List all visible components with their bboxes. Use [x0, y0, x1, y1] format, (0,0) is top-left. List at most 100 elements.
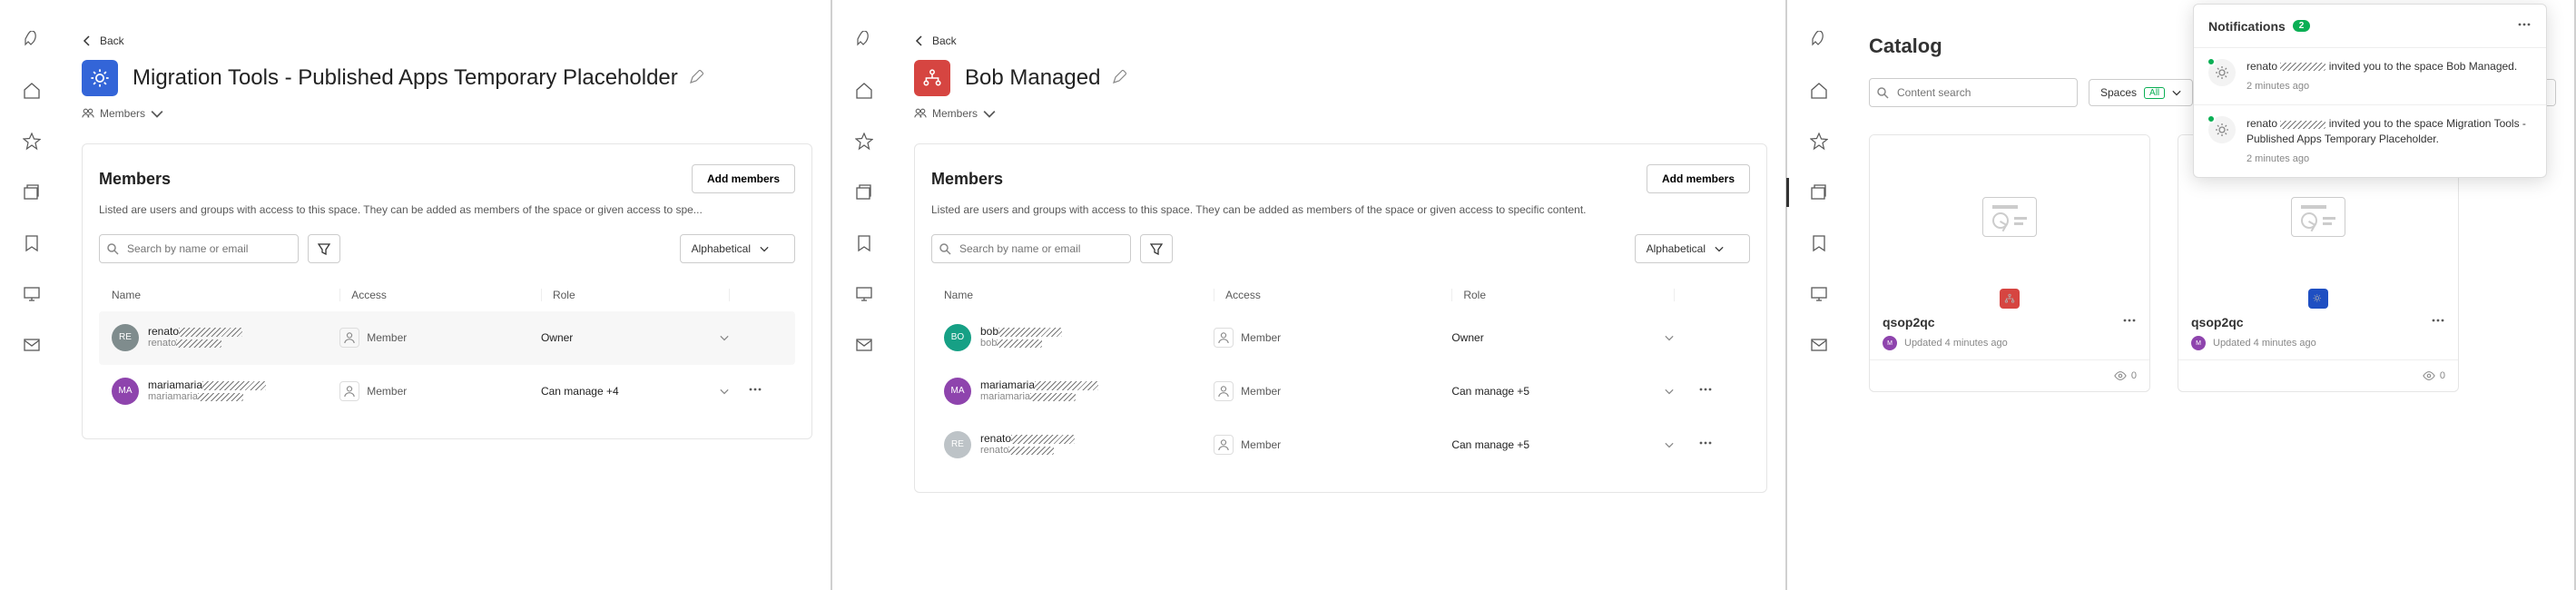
member-search[interactable] — [99, 234, 299, 263]
col-access: Access — [339, 289, 541, 301]
members-dropdown[interactable]: Members — [914, 107, 1767, 120]
member-name: mariamaria — [148, 379, 266, 391]
users-icon — [82, 107, 94, 120]
star-icon — [1810, 133, 1828, 151]
nav-star[interactable] — [21, 131, 43, 152]
notification-icon — [2208, 116, 2236, 143]
home-icon — [23, 82, 41, 100]
nav-rocket[interactable] — [21, 29, 43, 51]
tile-footer: 0 — [1870, 359, 2149, 391]
table-row[interactable]: RErenatorenatoMemberOwner — [99, 311, 795, 365]
user-icon — [339, 381, 359, 401]
nav-monitor[interactable] — [853, 283, 875, 305]
tile-meta: Updated 4 minutes ago — [2213, 338, 2316, 349]
nav-collections[interactable] — [853, 182, 875, 203]
notification-time: 2 minutes ago — [2247, 152, 2532, 166]
filter-button[interactable] — [1140, 234, 1173, 263]
nav-monitor[interactable] — [1808, 283, 1830, 305]
tile-views: 0 — [2131, 370, 2137, 381]
nav-bookmark[interactable] — [21, 232, 43, 254]
nav-home[interactable] — [1808, 80, 1830, 102]
back-button[interactable]: Back — [82, 34, 812, 47]
add-members-button[interactable]: Add members — [1647, 164, 1750, 193]
member-search-input[interactable] — [931, 234, 1131, 263]
filter-button[interactable] — [308, 234, 340, 263]
add-members-button[interactable]: Add members — [692, 164, 795, 193]
back-button[interactable]: Back — [914, 34, 1767, 47]
member-search[interactable] — [931, 234, 1131, 263]
notification-item[interactable]: renato invited you to the space Migratio… — [2194, 104, 2546, 177]
nav-mail[interactable] — [853, 334, 875, 356]
tile-more-button[interactable] — [2431, 313, 2445, 330]
role-select[interactable]: Can manage +5 — [1451, 438, 1674, 451]
table-row[interactable]: MAmariamariamariamariaMemberCan manage +… — [99, 365, 795, 418]
nav-star[interactable] — [1808, 131, 1830, 152]
nav-rocket[interactable] — [853, 29, 875, 51]
row-more-button[interactable] — [1674, 382, 1737, 399]
chevron-down-icon — [983, 107, 996, 120]
table-row[interactable]: MAmariamariamariamariaMemberCan manage +… — [931, 365, 1750, 418]
access-value: Member — [367, 331, 407, 344]
member-sub: renato — [148, 338, 242, 349]
nav-home[interactable] — [853, 80, 875, 102]
user-icon — [1214, 328, 1234, 348]
chevron-down-icon — [760, 244, 769, 253]
nav-home[interactable] — [21, 80, 43, 102]
access-value: Member — [1241, 438, 1281, 451]
tile-views: 0 — [2440, 370, 2445, 381]
nav-star[interactable] — [853, 131, 875, 152]
table-row[interactable]: RErenatorenatoMemberCan manage +5 — [931, 418, 1750, 472]
sort-select[interactable]: Alphabetical — [1635, 234, 1750, 263]
home-icon — [1810, 82, 1828, 100]
members-link-text: Members — [932, 107, 978, 120]
nav-bookmark[interactable] — [1808, 232, 1830, 254]
members-dropdown[interactable]: Members — [82, 107, 812, 120]
bookmark-icon — [23, 234, 41, 252]
search-icon — [106, 242, 119, 255]
nav-monitor[interactable] — [21, 283, 43, 305]
card-title: Members — [931, 170, 1003, 189]
member-search-input[interactable] — [99, 234, 299, 263]
tile-more-button[interactable] — [2122, 313, 2137, 330]
nav-collections[interactable] — [21, 182, 43, 203]
chevron-down-icon — [1665, 333, 1674, 342]
nav-mail[interactable] — [1808, 334, 1830, 356]
sort-label: Alphabetical — [692, 242, 751, 255]
content-search-input[interactable] — [1869, 78, 2078, 107]
back-label: Back — [932, 34, 957, 47]
edit-title-icon[interactable] — [1112, 70, 1126, 84]
spaces-filter[interactable]: Spaces All — [2089, 79, 2193, 106]
monitor-icon — [23, 285, 41, 303]
row-more-button[interactable] — [1674, 436, 1737, 453]
user-icon — [1214, 381, 1234, 401]
nav-collections[interactable] — [1808, 182, 1830, 203]
row-more-button[interactable] — [729, 382, 782, 399]
member-sub: bob — [980, 338, 1062, 349]
catalog-tile[interactable]: qsop2qcMUpdated 4 minutes ago0 — [1869, 134, 2150, 392]
avatar: RE — [944, 431, 971, 458]
nav-mail[interactable] — [21, 334, 43, 356]
nav-bookmark[interactable] — [853, 232, 875, 254]
access-value: Member — [1241, 385, 1281, 398]
collections-icon — [855, 183, 873, 202]
content-search[interactable] — [1869, 78, 2078, 107]
notifications-more-button[interactable] — [2517, 17, 2532, 34]
role-select[interactable]: Owner — [1451, 331, 1674, 344]
role-value: Can manage +5 — [1451, 438, 1529, 451]
notification-item[interactable]: renato invited you to the space Bob Mana… — [2194, 47, 2546, 104]
space-icon — [82, 60, 118, 96]
sort-select[interactable]: Alphabetical — [680, 234, 795, 263]
nav-rocket[interactable] — [1808, 29, 1830, 51]
edit-title-icon[interactable] — [689, 70, 703, 84]
role-select[interactable]: Can manage +4 — [541, 385, 729, 398]
member-sub: mariamaria — [148, 391, 266, 403]
tile-footer: 0 — [2178, 359, 2458, 391]
chevron-down-icon — [1665, 440, 1674, 449]
star-icon — [23, 133, 41, 151]
access-value: Member — [367, 385, 407, 398]
role-select[interactable]: Owner — [541, 331, 729, 344]
space-title-text: Bob Managed — [965, 65, 1100, 90]
table-row[interactable]: BObobbobMemberOwner — [931, 311, 1750, 365]
chevron-down-icon — [1715, 244, 1724, 253]
role-select[interactable]: Can manage +5 — [1451, 385, 1674, 398]
